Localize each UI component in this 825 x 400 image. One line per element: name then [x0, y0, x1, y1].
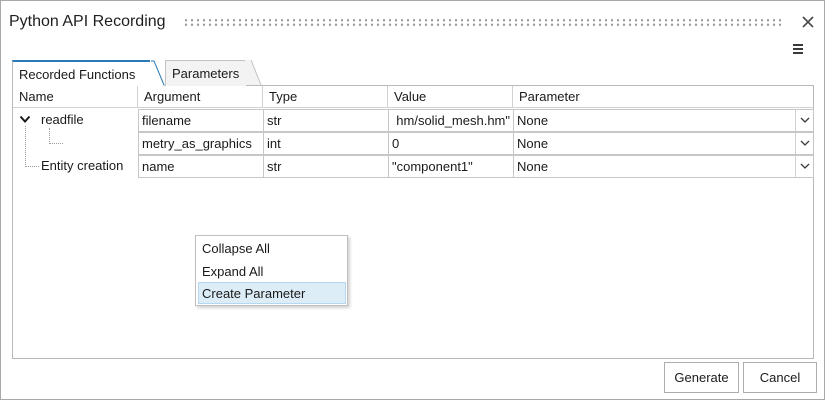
column-header-name-label: Name [19, 89, 54, 104]
menu-item-create-parameter[interactable]: Create Parameter [198, 282, 346, 304]
column-header-name[interactable]: Name [13, 86, 138, 108]
value-text: "component1" [392, 159, 473, 174]
cancel-button[interactable]: Cancel [743, 362, 817, 393]
column-header-argument-label: Argument [144, 89, 201, 104]
argument-cell[interactable]: name [138, 155, 264, 178]
parameter-combo[interactable]: None [513, 132, 814, 155]
parameter-text: None [517, 113, 549, 128]
type-cell[interactable]: str [263, 109, 389, 132]
drag-grip[interactable] [183, 18, 783, 27]
value-text: hm/solid_mesh.hm" [396, 113, 510, 128]
window-title: Python API Recording [9, 13, 166, 30]
parameter-combo[interactable]: None [513, 155, 814, 178]
menu-item-collapse-all[interactable]: Collapse All [198, 237, 346, 259]
argument-cell[interactable]: filename [138, 109, 264, 132]
column-header-value-label: Value [394, 89, 427, 104]
title-bar[interactable]: Python API Recording [1, 1, 824, 41]
argument-text: filename [142, 113, 192, 128]
menu-item-label: Collapse All [202, 241, 270, 256]
function-name: readfile [41, 112, 84, 127]
column-header-value[interactable]: Value [388, 86, 513, 108]
type-text: str [267, 113, 282, 128]
tab-recorded-functions[interactable]: Recorded Functions [12, 60, 152, 86]
recorded-functions-panel: Name Argument Type Value Parameter readf… [12, 85, 814, 359]
tab-parameters-edge [245, 60, 262, 86]
table-header: Name Argument Type Value Parameter [13, 86, 813, 108]
tab-parameters-label: Parameters [172, 66, 240, 81]
value-cell[interactable]: "component1" [388, 155, 514, 178]
tab-recorded-functions-label: Recorded Functions [19, 67, 136, 82]
table-row[interactable]: Entity creation name str "component1" No… [13, 155, 814, 178]
generate-button[interactable]: Generate [664, 362, 739, 393]
column-header-type[interactable]: Type [263, 86, 388, 108]
type-cell[interactable]: int [263, 132, 389, 155]
dropdown-arrow-icon[interactable] [795, 156, 813, 177]
argument-cell[interactable]: metry_as_graphics [138, 132, 264, 155]
context-menu: Collapse All Expand All Create Parameter [195, 235, 348, 306]
value-cell[interactable]: hm/solid_mesh.hm" [388, 109, 514, 132]
parameter-text: None [517, 136, 549, 151]
close-icon[interactable] [799, 13, 817, 31]
column-header-parameter[interactable]: Parameter [513, 86, 813, 108]
argument-text: name [142, 159, 175, 174]
table-row[interactable]: metry_as_graphics int 0 None [13, 132, 814, 155]
table-row[interactable]: readfile filename str hm/solid_mesh.hm" … [13, 109, 814, 132]
menu-item-label: Create Parameter [202, 286, 306, 301]
value-text: 0 [392, 136, 400, 151]
column-header-parameter-label: Parameter [519, 89, 580, 104]
hamburger-menu-icon[interactable] [792, 43, 808, 57]
dropdown-arrow-icon[interactable] [795, 110, 813, 131]
menu-item-expand-all[interactable]: Expand All [198, 260, 346, 282]
parameter-combo[interactable]: None [513, 109, 814, 132]
column-header-type-label: Type [269, 89, 298, 104]
value-cell[interactable]: 0 [388, 132, 514, 155]
parameter-text: None [517, 159, 549, 174]
type-cell[interactable]: str [263, 155, 389, 178]
type-text: str [267, 159, 282, 174]
tab-parameters[interactable]: Parameters [165, 60, 247, 86]
dropdown-arrow-icon[interactable] [795, 133, 813, 154]
menu-item-label: Expand All [202, 264, 264, 279]
tab-recorded-functions-edge [150, 60, 165, 86]
type-text: int [267, 136, 281, 151]
column-header-argument[interactable]: Argument [138, 86, 263, 108]
chevron-down-icon[interactable] [19, 113, 31, 125]
python-api-recording-dialog: Python API Recording Parameters Recorded… [0, 0, 825, 400]
argument-text: metry_as_graphics [142, 136, 252, 151]
function-name: Entity creation [41, 158, 124, 173]
